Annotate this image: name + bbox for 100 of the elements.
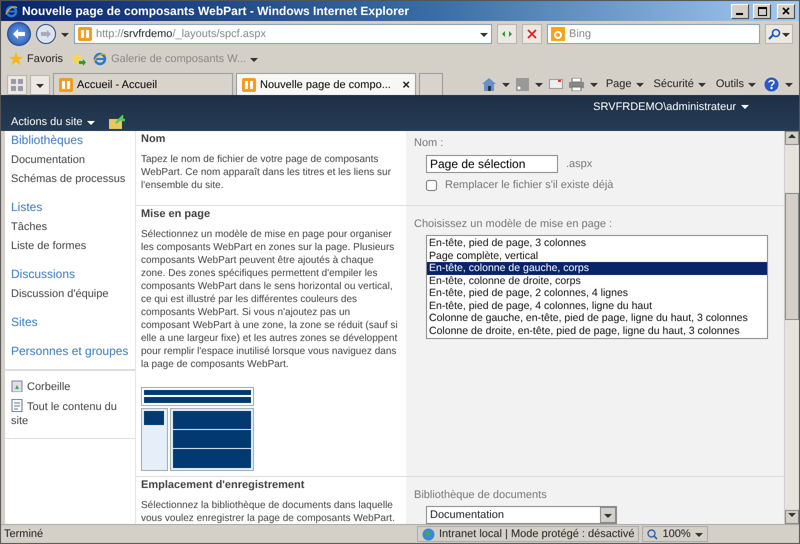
printer-icon[interactable] xyxy=(568,78,584,90)
nav-item[interactable]: Documentation xyxy=(11,154,129,167)
favorites-button[interactable]: Favoris xyxy=(7,52,66,66)
browser-icon xyxy=(5,4,18,18)
grid-icon xyxy=(11,79,23,91)
minimize-button[interactable] xyxy=(731,4,749,18)
window-title: Nouvelle page de composants WebPart - Windows Internet Explorer xyxy=(22,4,410,18)
zoom-icon xyxy=(647,528,658,540)
layout-listbox[interactable] xyxy=(426,235,768,339)
section-title: Mise en page xyxy=(141,208,212,220)
dropdown-arrow-icon xyxy=(748,80,756,88)
dropdown-arrow-icon xyxy=(782,30,790,38)
nav-heading[interactable]: Personnes et groupes xyxy=(11,344,129,359)
zoom-control[interactable]: 100% xyxy=(642,526,708,542)
up-arrow-icon xyxy=(788,132,796,140)
file-name-field[interactable]: Page de sélection xyxy=(426,155,558,173)
recycle-bin-icon xyxy=(11,379,23,392)
scrollbar-thumb[interactable] xyxy=(785,193,799,320)
dropdown-arrow-icon xyxy=(741,102,749,110)
dropdown-arrow-icon xyxy=(604,511,612,519)
dropdown-arrow-icon xyxy=(36,81,44,89)
close-button[interactable] xyxy=(777,4,795,18)
scroll-down-button[interactable] xyxy=(785,510,799,524)
field-label: Choisissez un modèle de mise en page : xyxy=(414,218,614,230)
checkbox-label: Remplacer le fichier s'il existe déjà xyxy=(445,179,614,191)
browser-tab[interactable]: Accueil - Accueil xyxy=(53,73,233,95)
document-icon xyxy=(11,399,23,412)
folder-arrow-icon[interactable] xyxy=(108,115,125,129)
nav-item[interactable]: Discussion d'équipe xyxy=(11,288,129,301)
list-option[interactable]: En-tête, pied de page, 4 colonnes, ligne du haut xyxy=(427,300,767,312)
home-icon[interactable] xyxy=(482,78,496,90)
back-arrow-icon xyxy=(13,29,25,39)
list-option[interactable]: Colonne de gauche, en-tête, pied de page, ligne du haut, 3 colonnes xyxy=(427,312,767,324)
command-menu[interactable]: Outils xyxy=(714,78,758,90)
command-menu[interactable]: Sécurité xyxy=(652,78,708,90)
field-label: Bibliothèque de documents xyxy=(414,489,548,501)
dropdown-arrow-icon xyxy=(636,80,644,88)
dropdown-arrow-icon xyxy=(694,530,703,538)
section-title: Nom xyxy=(141,133,166,145)
security-zone: Intranet local | Mode protégé : désactivé xyxy=(417,526,640,542)
stop-button[interactable] xyxy=(522,24,542,44)
history-dropdown-icon xyxy=(61,30,69,38)
maximize-button[interactable] xyxy=(753,4,771,18)
command-menu[interactable]: Page xyxy=(604,78,646,90)
mail-icon[interactable] xyxy=(548,79,563,89)
section-description: Tapez le nom de fichier de votre page de composants WebPart. Ce nom apparaît dans les titres et les liens sur l'ensemble du site. xyxy=(141,153,392,192)
browser-tab[interactable]: Nouvelle page de compo... × xyxy=(236,73,416,95)
dropdown-arrow-icon xyxy=(590,80,598,88)
refresh-icon xyxy=(501,29,513,39)
nav-item[interactable]: Schémas de processus xyxy=(11,173,129,186)
list-option[interactable]: Colonne de droite, en-tête, pied de page, ligne du haut, 3 colonnes xyxy=(427,324,767,337)
forward-button[interactable] xyxy=(36,24,56,44)
library-dropdown[interactable]: Documentation xyxy=(426,506,617,524)
nav-footer-link[interactable]: Tout le contenu du site xyxy=(11,399,129,428)
search-field[interactable]: Bing xyxy=(547,24,760,44)
dropdown-arrow-icon xyxy=(480,30,488,38)
globe-icon xyxy=(422,528,435,540)
user-menu[interactable]: SRVFRDEMO\administrateur xyxy=(587,100,755,114)
replace-checkbox[interactable] xyxy=(426,180,437,190)
nav-heading[interactable]: Discussions xyxy=(11,267,129,282)
nav-footer-link[interactable]: Corbeille xyxy=(11,379,129,394)
scroll-up-button[interactable] xyxy=(785,131,799,145)
dropdown-arrow-icon xyxy=(86,118,95,126)
forward-arrow-icon xyxy=(41,30,51,38)
list-option[interactable]: En-tête, pied de page, 3 colonnes xyxy=(427,237,767,250)
status-text: Terminé xyxy=(4,528,44,540)
tab-close-icon[interactable]: × xyxy=(402,77,410,92)
dropdown-arrow-icon xyxy=(534,80,543,88)
dropdown-arrow-icon xyxy=(785,80,793,88)
nav-heading[interactable]: Listes xyxy=(11,200,129,215)
refresh-button[interactable] xyxy=(497,24,517,44)
stop-icon xyxy=(527,29,537,39)
list-option[interactable]: En-tête, colonne de droite, corps xyxy=(427,274,767,287)
down-arrow-icon xyxy=(788,511,796,519)
nav-item[interactable]: Tâches xyxy=(11,221,129,234)
address-field[interactable]: http://srvfrdemo/_layouts/spcf.aspx xyxy=(74,24,492,44)
dropdown-arrow-icon xyxy=(698,80,706,88)
list-option[interactable]: Page complète, vertical xyxy=(427,250,767,262)
nav-heading[interactable]: Sites xyxy=(11,315,129,330)
tab-list-button[interactable] xyxy=(30,75,50,95)
star-icon xyxy=(9,52,23,66)
site-actions-menu[interactable]: Actions du site xyxy=(9,116,97,128)
list-option[interactable]: En-tête, colonne de gauche, corps xyxy=(427,262,767,274)
dropdown-arrow-icon xyxy=(502,80,510,88)
nav-item[interactable]: Liste de formes xyxy=(11,240,129,253)
search-button[interactable] xyxy=(765,24,793,44)
maximize-icon xyxy=(758,6,766,16)
section-description: Sélectionnez la bibliothèque de documents dans laquelle vous voulez enregistrer la page de composants WebPart. xyxy=(141,499,396,524)
dropdown-arrow-icon xyxy=(250,55,258,63)
file-extension: .aspx xyxy=(566,158,592,170)
list-option[interactable]: En-tête, pied de page, 2 colonnes, 4 lignes xyxy=(427,287,767,300)
nav-heading[interactable]: Bibliothèques xyxy=(11,133,129,148)
browser-icon xyxy=(93,52,108,66)
help-icon[interactable] xyxy=(764,76,779,92)
section-title: Emplacement d'enregistrement xyxy=(141,479,306,491)
add-favorite-icon[interactable] xyxy=(70,52,86,66)
section-description: Sélectionnez un modèle de mise en page pour organiser les composants WebPart en zones sur la page. Plusieurs composants WebPart peuvent être ajoutés à chaque zone. Des zones spécifiques permettent d'empiler les composants WebPart dans le sens horizontal ou vertical, ce qui est illustré par les différentes couleurs des composants WebPart. Si vous n'ajoutez pas un composant WebPart à une zone, la zone se réduit (sauf si elle a une largeur fixe) et les autres zones se développent pour remplir l'espace inutilisé lorsque vous naviguez dans la page de composants WebPart. xyxy=(141,228,399,371)
field-label: Nom : xyxy=(414,137,444,149)
back-button[interactable] xyxy=(7,22,31,46)
search-icon xyxy=(768,28,782,40)
